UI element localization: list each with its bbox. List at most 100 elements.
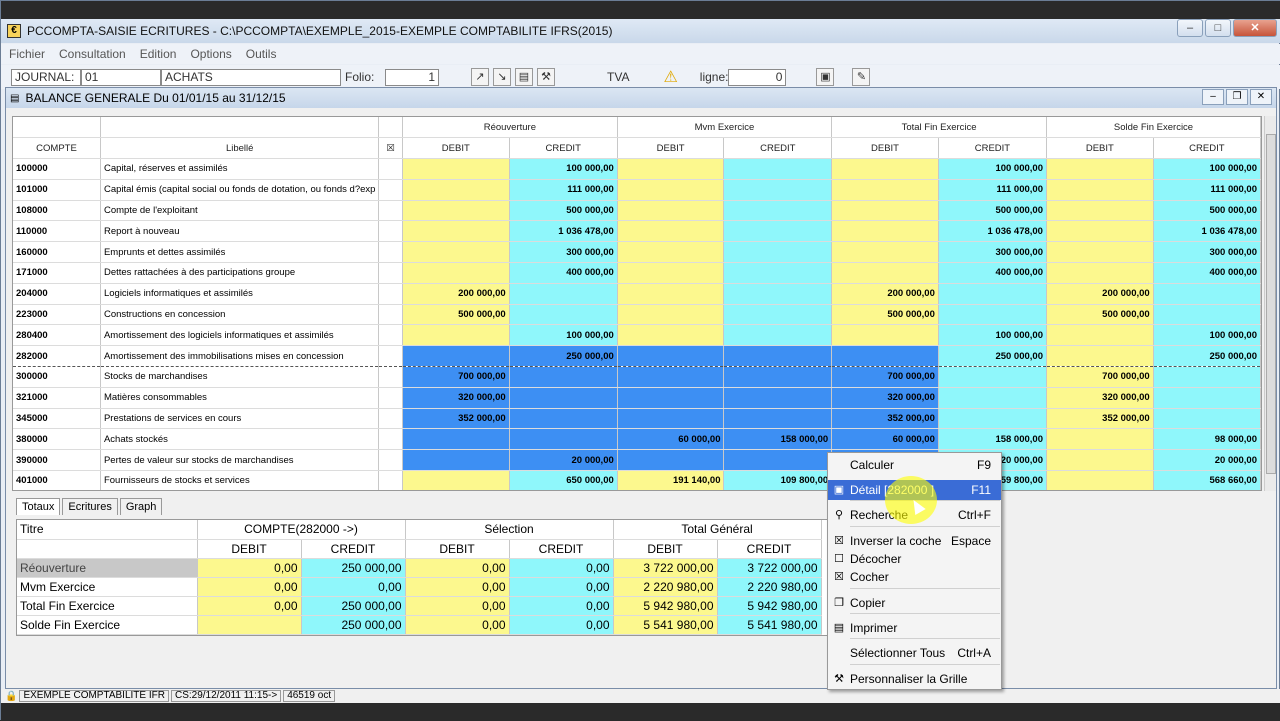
account-code: 204000: [13, 283, 101, 305]
amount-cell: 320 000,00: [831, 387, 939, 409]
amount-cell: [723, 324, 833, 347]
row-checkbox[interactable]: [378, 262, 403, 284]
warning-icon[interactable]: ⚠: [663, 67, 677, 87]
row-checkbox[interactable]: [378, 179, 403, 201]
table-row[interactable]: 282000 Amortissement des immobilisations …: [13, 345, 1261, 368]
row-checkbox[interactable]: [378, 449, 403, 472]
table-row[interactable]: 300000 Stocks de marchandises 700 000,00 70…: [13, 366, 1261, 388]
table-row[interactable]: 280400 Amortissement des logiciels inform…: [13, 324, 1261, 347]
table-row[interactable]: 390000 Pertes de valeur sur stocks de mar…: [13, 449, 1261, 472]
row-checkbox[interactable]: [378, 283, 403, 305]
amount-cell: 200 000,00: [831, 283, 939, 305]
table-row[interactable]: 401000 Fournisseurs de stocks et services…: [13, 470, 1261, 490]
account-code: 100000: [13, 158, 101, 180]
status-bar: 🔒 EXEMPLE COMPTABILITE IFR CS:29/12/2011…: [1, 689, 1280, 703]
row-checkbox[interactable]: [378, 241, 403, 264]
totals-amount: 0,00: [405, 558, 510, 578]
tab-ecritures[interactable]: Ecritures: [62, 498, 118, 515]
amount-cell: [402, 158, 510, 180]
tools-toolbar-icon[interactable]: ⚒: [537, 68, 555, 86]
amount-cell: 352 000,00: [831, 408, 939, 430]
table-row[interactable]: 108000 Compte de l'exploitant 500 000,00 50…: [13, 200, 1261, 222]
table-row[interactable]: 204000 Logiciels informatiques et assimil…: [13, 283, 1261, 305]
top-strip: [1, 1, 1280, 19]
child-close-button[interactable]: ✕: [1250, 89, 1272, 105]
sort-down-icon[interactable]: ↘: [493, 68, 511, 86]
header-compte[interactable]: COMPTE: [13, 137, 101, 160]
totals-debit-header: DEBIT: [613, 539, 718, 559]
totals-row-label: Mvm Exercice: [17, 577, 198, 597]
row-checkbox[interactable]: [378, 428, 403, 451]
edit-icon[interactable]: ✎: [852, 68, 871, 86]
document-icon[interactable]: ▣: [816, 68, 835, 86]
amount-cell: 20 000,00: [509, 449, 618, 472]
row-checkbox[interactable]: [378, 345, 403, 368]
maximize-button[interactable]: □: [1205, 19, 1231, 37]
check-header-icon[interactable]: ☒: [378, 137, 403, 160]
row-checkbox[interactable]: [378, 408, 403, 430]
account-label: Report à nouveau: [100, 220, 380, 243]
table-row[interactable]: 100000 Capital, réserves et assimilés 100 …: [13, 158, 1261, 180]
scroll-thumb[interactable]: [1266, 134, 1276, 474]
menu-options[interactable]: Options: [190, 47, 231, 61]
context-menu-item[interactable]: Sélectionner Tous Ctrl+A: [828, 643, 1001, 663]
table-row[interactable]: 223000 Constructions en concession 500 000…: [13, 304, 1261, 326]
table-row[interactable]: 101000 Capital émis (capital social ou fo…: [13, 179, 1261, 201]
row-checkbox[interactable]: [378, 304, 403, 326]
amount-cell: [1046, 324, 1154, 347]
child-restore-button[interactable]: ❐: [1226, 89, 1248, 105]
row-checkbox[interactable]: [378, 366, 403, 388]
balance-table: Réouverture Mvm Exercice Total Fin Exerc…: [13, 117, 1261, 490]
row-checkbox[interactable]: [378, 158, 403, 180]
context-menu-item[interactable]: ❐ Copier: [828, 593, 1001, 613]
table-row[interactable]: 380000 Achats stockés 60 000,00 158 000,00 6…: [13, 428, 1261, 451]
amount-cell: [938, 283, 1047, 305]
tab-totaux[interactable]: Totaux: [16, 498, 61, 515]
menu-outils[interactable]: Outils: [246, 47, 277, 61]
account-label: Prestations de services en cours: [100, 408, 380, 430]
tab-graph[interactable]: Graph: [119, 498, 163, 515]
table-row[interactable]: 171000 Dettes rattachées à des participat…: [13, 262, 1261, 284]
context-menu-item[interactable]: ☒ Inverser la coche Espace: [828, 531, 1001, 551]
grid-vertical-scrollbar[interactable]: [1264, 116, 1276, 491]
amount-cell: 700 000,00: [1046, 366, 1154, 388]
totals-row-label: Solde Fin Exercice: [17, 615, 198, 635]
table-row[interactable]: 345000 Prestations de services en cours 35…: [13, 408, 1261, 430]
menu-edition[interactable]: Edition: [140, 47, 177, 61]
context-menu-item[interactable]: ☐ Décocher: [828, 549, 1001, 569]
minimize-button[interactable]: –: [1177, 19, 1203, 37]
journal-name-field[interactable]: ACHATS: [161, 68, 341, 86]
account-code: 101000: [13, 179, 101, 201]
header-libelle[interactable]: Libellé: [100, 137, 380, 160]
row-checkbox[interactable]: [378, 220, 403, 243]
table-row[interactable]: 110000 Report à nouveau 1 036 478,00 1 036 …: [13, 220, 1261, 243]
context-menu-item[interactable]: Calculer F9: [828, 455, 1001, 475]
context-menu-item[interactable]: ▤ Imprimer: [828, 618, 1001, 638]
table-row[interactable]: 160000 Emprunts et dettes assimilés 300 00…: [13, 241, 1261, 264]
amount-cell: 158 000,00: [723, 428, 833, 451]
amount-cell: [938, 366, 1047, 388]
row-checkbox[interactable]: [378, 470, 403, 490]
row-checkbox[interactable]: [378, 387, 403, 409]
child-minimize-button[interactable]: –: [1202, 89, 1224, 105]
journal-code-field[interactable]: 01: [81, 68, 161, 86]
menu-consultation[interactable]: Consultation: [59, 47, 126, 61]
folio-field[interactable]: 1: [385, 68, 439, 86]
close-button[interactable]: ✕: [1233, 19, 1277, 37]
menu-separator: [850, 588, 1000, 589]
balance-grid[interactable]: Réouverture Mvm Exercice Total Fin Exerc…: [12, 116, 1262, 491]
table-row[interactable]: 321000 Matières consommables 320 000,00 320…: [13, 387, 1261, 409]
row-checkbox[interactable]: [378, 324, 403, 347]
amount-cell: [509, 283, 618, 305]
account-code: 380000: [13, 428, 101, 451]
totals-amount: 2 220 980,00: [717, 577, 822, 597]
totals-amount: 0,00: [509, 577, 614, 597]
row-checkbox[interactable]: [378, 200, 403, 222]
menu-fichier[interactable]: Fichier: [9, 47, 45, 61]
amount-cell: 500 000,00: [509, 200, 618, 222]
print-toolbar-icon[interactable]: ▤: [515, 68, 533, 86]
context-menu-item[interactable]: ☒ Cocher: [828, 567, 1001, 587]
context-menu-item[interactable]: ⚒ Personnaliser la Grille: [828, 669, 1001, 689]
ligne-field[interactable]: 0: [728, 68, 787, 86]
sort-up-icon[interactable]: ↗: [471, 68, 489, 86]
